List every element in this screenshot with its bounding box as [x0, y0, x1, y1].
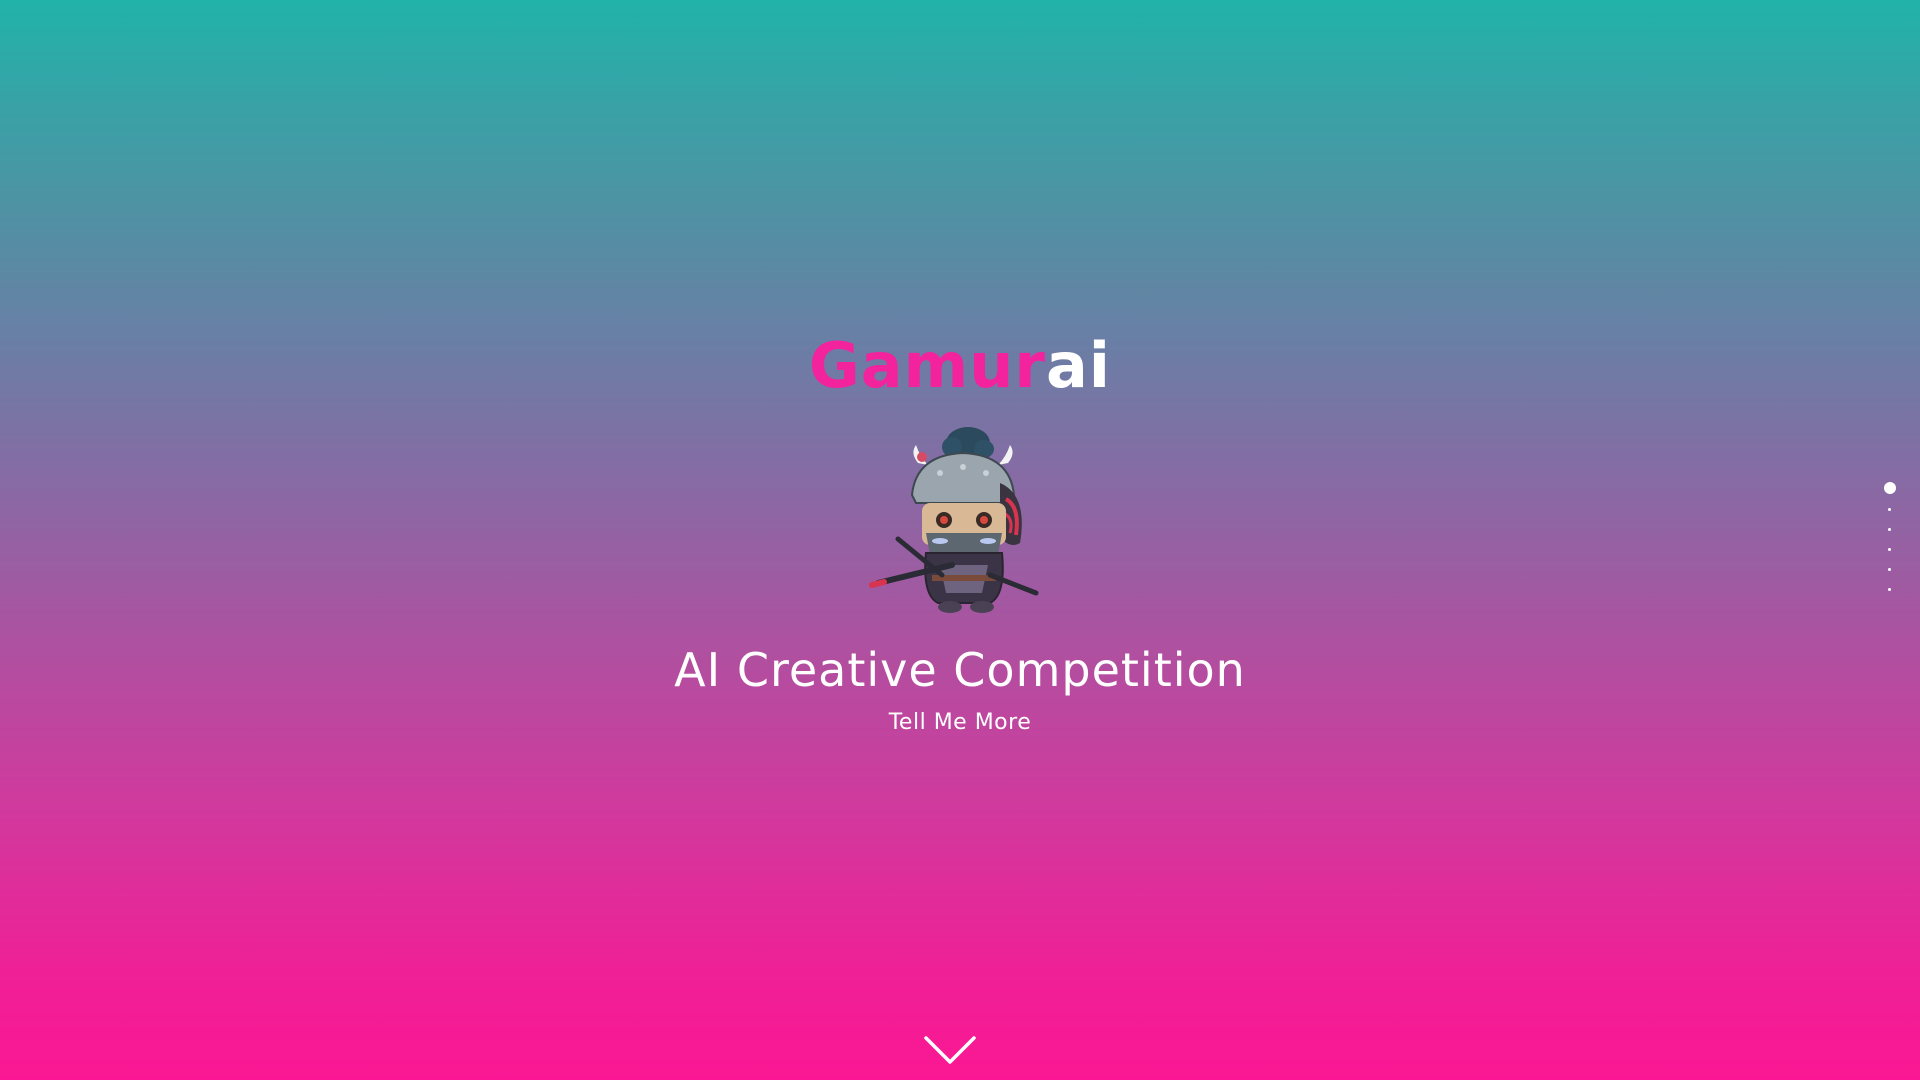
- section-dot-2[interactable]: [1888, 508, 1891, 511]
- chevron-down-icon[interactable]: [922, 1032, 978, 1068]
- section-dot-3[interactable]: [1888, 528, 1891, 531]
- section-dot-5[interactable]: [1888, 568, 1891, 571]
- hero-headline: AI Creative Competition: [674, 643, 1246, 697]
- section-nav-dots: [1882, 482, 1898, 598]
- brand-logo[interactable]: Gamurai: [0, 330, 1920, 402]
- section-dot-6[interactable]: [1888, 588, 1891, 591]
- logo-part-ai: ai: [1045, 329, 1112, 402]
- hero-section: Gamurai AI Creative Competition Tell Me …: [0, 0, 1920, 1080]
- logo-part-gamur: Gamur: [808, 329, 1046, 402]
- samurai-mascot-icon: [869, 427, 1039, 613]
- section-dot-1[interactable]: [1884, 482, 1896, 494]
- section-dot-4[interactable]: [1888, 548, 1891, 551]
- tell-me-more-button[interactable]: Tell Me More: [860, 708, 1060, 738]
